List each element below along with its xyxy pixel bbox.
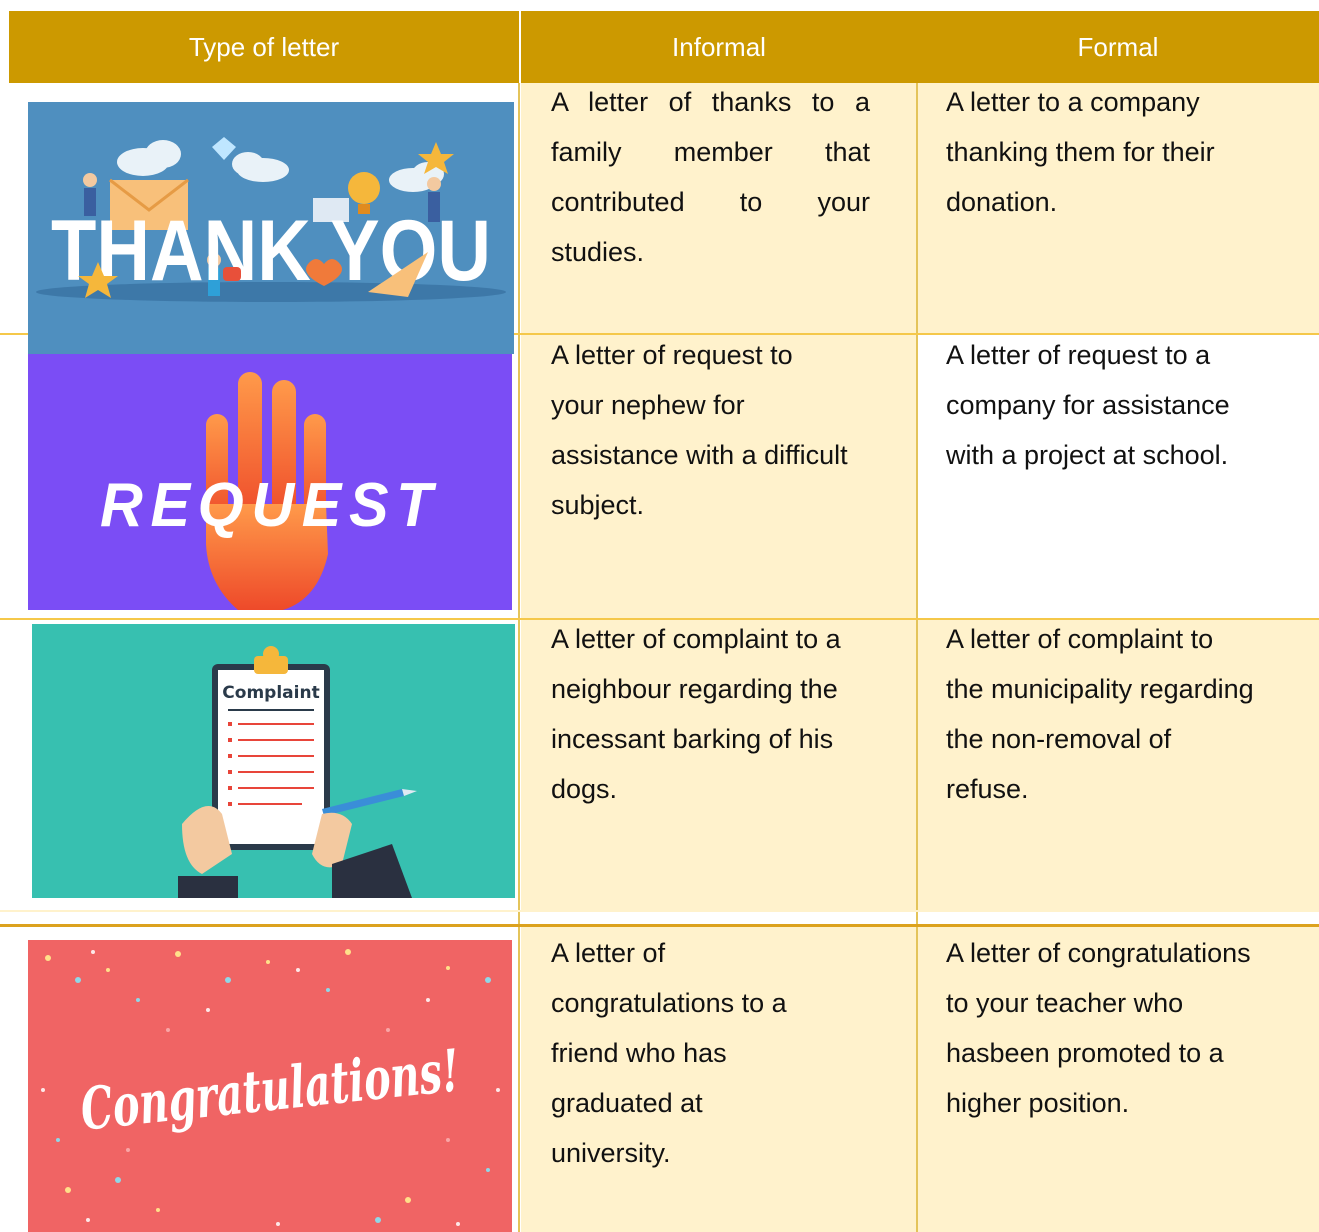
- header-formal-label: Formal: [1077, 31, 1159, 62]
- request-illustration: REQUEST: [28, 354, 512, 610]
- header-type-of-letter: Type of letter: [9, 11, 519, 83]
- header-formal: Formal: [917, 11, 1319, 83]
- row2-informal-text: A letter of request to your nephew for a…: [551, 340, 848, 520]
- thank-you-illustration: THANK YOU: [28, 102, 514, 354]
- row4-informal-text: A letter of congratulations to a friend …: [551, 938, 787, 1168]
- thank-you-text: THANK YOU: [51, 203, 491, 299]
- row1-informal-text: A letter of thanks to a family member th…: [551, 87, 870, 267]
- column-divider-1: [518, 83, 520, 1232]
- row1-formal-text: A letter to a company thanking them for …: [946, 87, 1215, 217]
- row2-formal-text: A letter of request to a company for ass…: [946, 340, 1230, 470]
- row3-informal-text: A letter of complaint to a neighbour reg…: [551, 624, 841, 804]
- header-informal-label: Informal: [672, 31, 766, 62]
- complaint-illustration: Complaint: [32, 624, 515, 898]
- request-text: REQUEST: [100, 471, 440, 540]
- column-divider-2: [916, 83, 918, 1232]
- row4-formal-text: A letter of congratulations to your teac…: [946, 938, 1251, 1118]
- row-divider-4: [0, 924, 1319, 927]
- row3-formal-text: A letter of complaint to the municipalit…: [946, 624, 1254, 804]
- congratulations-illustration: Congratulations!: [28, 940, 512, 1232]
- row-divider-3: [0, 910, 1319, 912]
- letter-types-table: Type of letter Informal Formal A letter …: [0, 0, 1319, 1232]
- header-type-label: Type of letter: [188, 31, 340, 62]
- header-informal: Informal: [521, 11, 917, 83]
- congratulations-text: Congratulations!: [77, 1036, 462, 1143]
- complaint-text: Complaint: [222, 683, 319, 703]
